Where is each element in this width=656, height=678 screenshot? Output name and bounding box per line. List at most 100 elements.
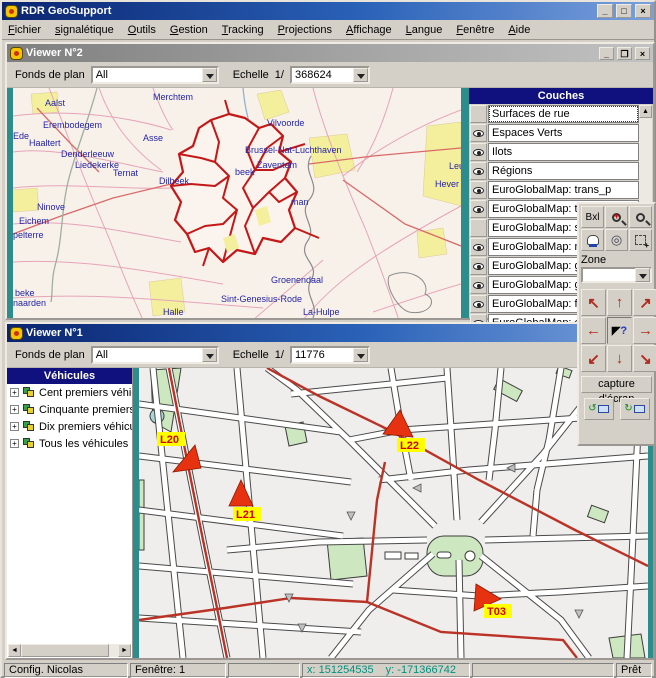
- fonds-de-plan-label: Fonds de plan: [15, 69, 85, 81]
- viewer2-echelle-combo[interactable]: [290, 66, 370, 84]
- bxl-button[interactable]: Bxl: [581, 206, 604, 228]
- vehicle-marker-label[interactable]: T03: [487, 606, 506, 618]
- pan-right-button[interactable]: →: [633, 317, 656, 344]
- main-titlebar: RDR GeoSupport _ □ ×: [2, 2, 654, 20]
- viewer1-map-wrap: L20 L21 L22 T03: [139, 368, 653, 658]
- menu-fenetre[interactable]: Fenêtre: [456, 24, 494, 36]
- minimize-button[interactable]: _: [597, 4, 613, 18]
- vehicules-hscrollbar[interactable]: ◄ ►: [8, 644, 131, 657]
- viewer1-titlebar: Viewer N°1 _ ❐ ×: [7, 324, 653, 342]
- tree-item-cent-premiers[interactable]: + Cent premiers véhicu: [7, 384, 132, 401]
- expand-icon[interactable]: +: [10, 388, 19, 397]
- expand-icon[interactable]: +: [10, 439, 19, 448]
- viewer1-fonds-combo[interactable]: All: [91, 346, 219, 364]
- pan-up-button[interactable]: ↑: [607, 289, 632, 316]
- eye-icon[interactable]: [470, 143, 487, 161]
- page-icon: [598, 405, 609, 413]
- status-pret: Prêt: [616, 663, 652, 678]
- viewer1-window: Viewer N°1 _ ❐ × Fonds de plan All Echel…: [5, 322, 655, 660]
- eye-icon[interactable]: [470, 295, 487, 313]
- menu-gestion[interactable]: Gestion: [170, 24, 208, 36]
- rotate-left-icon: ↺: [588, 405, 596, 413]
- close-button[interactable]: ×: [635, 4, 651, 18]
- vehicle-marker-label[interactable]: L21: [236, 509, 255, 521]
- eye-icon[interactable]: [470, 238, 487, 256]
- layer-visibility-blank[interactable]: [470, 105, 487, 123]
- chevron-down-icon[interactable]: [202, 68, 217, 82]
- zone-combo[interactable]: [581, 267, 652, 283]
- status-empty-cell: [228, 663, 300, 678]
- viewer1-echelle-combo[interactable]: [290, 346, 370, 364]
- scroll-left-icon[interactable]: ◄: [8, 644, 21, 657]
- layer-row[interactable]: EuroGlobalMap: trans_p: [470, 180, 639, 199]
- menu-signaletique[interactable]: signalétique: [55, 24, 114, 36]
- select-zone-button[interactable]: [629, 229, 652, 251]
- tree-item-tous-vehicules[interactable]: + Tous les véhicules: [7, 435, 132, 452]
- map-place-label: beek: [235, 167, 255, 177]
- vehicle-marker-label[interactable]: L22: [400, 440, 419, 452]
- menu-fichier[interactable]: Fichier: [8, 24, 41, 36]
- menu-outils[interactable]: Outils: [128, 24, 156, 36]
- layer-row[interactable]: Surfaces de rue: [470, 104, 639, 123]
- scroll-up-icon[interactable]: ▲: [639, 105, 652, 118]
- pan-button[interactable]: [581, 229, 604, 251]
- pointer-help-button[interactable]: ◤?: [607, 317, 632, 344]
- rotate-right-icon: ↻: [624, 405, 632, 413]
- center-button[interactable]: ◎: [605, 229, 628, 251]
- layer-row[interactable]: Ilots: [470, 142, 639, 161]
- layer-row[interactable]: Régions: [470, 161, 639, 180]
- rotate-left-button[interactable]: ↺: [584, 398, 614, 420]
- layer-visibility-blank[interactable]: [470, 219, 487, 237]
- pan-down-button[interactable]: ↓: [607, 345, 632, 372]
- map-place-label: La-Hulpe: [303, 307, 340, 317]
- pan-up-left-button[interactable]: ↖: [581, 289, 606, 316]
- eye-icon[interactable]: [470, 276, 487, 294]
- eye-icon[interactable]: [470, 200, 487, 218]
- scrollbar-thumb[interactable]: [21, 644, 109, 657]
- menu-affichage[interactable]: Affichage: [346, 24, 392, 36]
- hand-icon: [587, 235, 599, 245]
- tree-item-dix-premiers[interactable]: + Dix premiers véhicule: [7, 418, 132, 435]
- viewer2-map-canvas[interactable]: Aalst Merchtem Erembodegem Ede Haaltert …: [13, 88, 461, 318]
- statusbar: Config. Nicolas Fenêtre: 1 x: 151254535 …: [2, 662, 654, 678]
- viewer2-splitter[interactable]: [461, 88, 469, 318]
- scroll-right-icon[interactable]: ►: [118, 644, 131, 657]
- viewer1-map-canvas[interactable]: L20 L21 L22 T03: [139, 368, 648, 658]
- chevron-down-icon[interactable]: [353, 68, 368, 82]
- tree-item-cinquante-premiers[interactable]: + Cinquante premiers v: [7, 401, 132, 418]
- pan-left-button[interactable]: ←: [581, 317, 606, 344]
- rotate-right-button[interactable]: ↻: [620, 398, 650, 420]
- eye-icon[interactable]: [470, 124, 487, 142]
- viewer1-echelle-input[interactable]: [292, 348, 353, 362]
- eye-icon[interactable]: [470, 181, 487, 199]
- viewer2-restore-button[interactable]: ❐: [617, 47, 632, 60]
- chevron-down-icon[interactable]: [202, 348, 217, 362]
- eye-icon[interactable]: [470, 162, 487, 180]
- expand-icon[interactable]: +: [10, 405, 19, 414]
- pan-down-left-button[interactable]: ↙: [581, 345, 606, 372]
- menu-aide[interactable]: Aide: [508, 24, 530, 36]
- maximize-button[interactable]: □: [616, 4, 632, 18]
- pan-arrow-grid: ↖ ↑ ↗ ← ◤? → ↙ ↓ ↘: [581, 289, 652, 372]
- vehicle-marker-triangle[interactable]: [383, 410, 413, 437]
- viewer2-fonds-combo[interactable]: All: [91, 66, 219, 84]
- pan-down-right-button[interactable]: ↘: [633, 345, 656, 372]
- vehicle-marker-label[interactable]: L20: [160, 434, 179, 446]
- viewer2-echelle-input[interactable]: [292, 68, 353, 82]
- expand-icon[interactable]: +: [10, 422, 19, 431]
- chevron-down-icon[interactable]: [635, 268, 650, 282]
- menu-tracking[interactable]: Tracking: [222, 24, 264, 36]
- layer-row[interactable]: Espaces Verts: [470, 123, 639, 142]
- chevron-down-icon[interactable]: [353, 348, 368, 362]
- zoom-out-button[interactable]: [629, 206, 652, 228]
- viewer2-minimize-button[interactable]: _: [599, 47, 614, 60]
- pan-up-right-button[interactable]: ↗: [633, 289, 656, 316]
- status-config: Config. Nicolas: [4, 663, 128, 678]
- zoom-in-button[interactable]: [605, 206, 628, 228]
- map-place-label: man: [291, 197, 309, 207]
- viewer2-close-button[interactable]: ×: [635, 47, 650, 60]
- capture-ecran-button[interactable]: capture d'écran: [581, 376, 652, 393]
- menu-projections[interactable]: Projections: [278, 24, 332, 36]
- eye-icon[interactable]: [470, 257, 487, 275]
- menu-langue[interactable]: Langue: [406, 24, 443, 36]
